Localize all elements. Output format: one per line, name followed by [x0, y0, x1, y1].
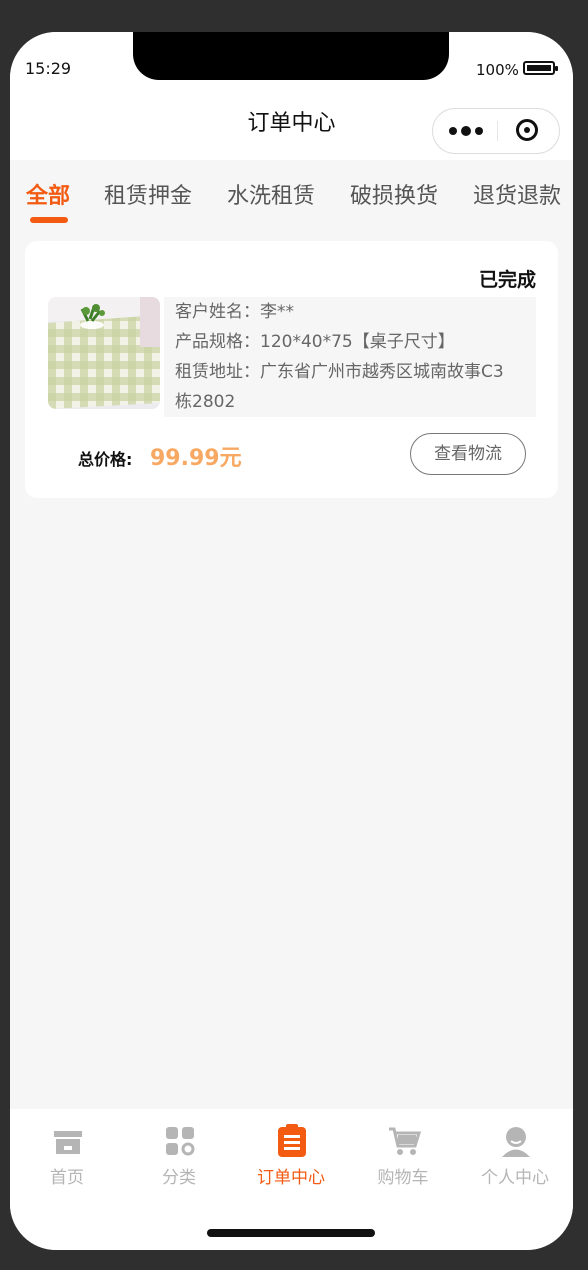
- order-info: 客户姓名：李** 产品规格：120*40*75【桌子尺寸】 租赁地址：广东省广州…: [164, 297, 536, 417]
- tab-wash-rental[interactable]: 水洗租赁: [227, 178, 315, 210]
- home-indicator: [207, 1229, 375, 1237]
- order-tabs: 全部 租赁押金 水洗租赁 破损换货 退货退款: [10, 160, 573, 230]
- status-bar: 15:29 100%: [10, 32, 573, 107]
- customer-name-label: 客户姓名：: [175, 302, 260, 322]
- user-icon: [502, 1127, 530, 1157]
- tabbar-label-cart: 购物车: [377, 1168, 429, 1188]
- rental-address-continued: 栋2802: [175, 392, 236, 412]
- total-price-value: 99.99元: [150, 446, 242, 471]
- active-tab-indicator: [30, 217, 68, 223]
- tab-all[interactable]: 全部: [26, 178, 70, 210]
- tabbar-item-cart[interactable]: 购物车: [347, 1124, 459, 1194]
- battery-percent: 100%: [476, 61, 519, 79]
- order-card[interactable]: 已完成 客户姓名：李** 产品规格：120*40*75【桌子尺寸】 租赁地址：广…: [25, 241, 558, 498]
- rental-address-label: 租赁地址：: [175, 362, 260, 382]
- product-spec-value: 120*40*75【桌子尺寸】: [260, 332, 455, 352]
- rental-address-row: 租赁地址：广东省广州市越秀区城南故事C3: [175, 357, 504, 387]
- tabbar-item-profile[interactable]: 个人中心: [459, 1124, 571, 1194]
- customer-name-value: 李**: [260, 302, 294, 322]
- capsule-divider: [497, 121, 498, 141]
- mini-program-capsule: [432, 108, 560, 154]
- tabbar-label-category: 分类: [162, 1168, 196, 1188]
- tab-damage-exchange[interactable]: 破损换货: [350, 178, 438, 210]
- device-frame: 15:29 100% 订单中心 全部 租赁押金 水洗租赁 破损换货 退货退款 已…: [0, 0, 588, 1270]
- total-price-label: 总价格:: [78, 450, 133, 469]
- device-notch: [133, 32, 449, 80]
- product-image[interactable]: [48, 297, 160, 409]
- clipboard-icon: [278, 1124, 306, 1157]
- rental-address-value: 广东省广州市越秀区城南故事C3: [260, 362, 504, 382]
- more-dots-icon[interactable]: [449, 125, 483, 137]
- tabbar-item-category[interactable]: 分类: [123, 1124, 235, 1194]
- view-logistics-button[interactable]: 查看物流: [410, 433, 526, 475]
- order-status: 已完成: [478, 269, 536, 291]
- tab-rental-deposit[interactable]: 租赁押金: [104, 178, 192, 210]
- tabbar-item-home[interactable]: 首页: [11, 1124, 123, 1194]
- navigation-bar: 订单中心: [10, 107, 573, 160]
- product-spec-label: 产品规格：: [175, 332, 260, 352]
- phone-screen: 15:29 100% 订单中心 全部 租赁押金 水洗租赁 破损换货 退货退款 已…: [10, 32, 573, 1250]
- tab-return-refund[interactable]: 退货退款: [473, 178, 561, 210]
- battery-icon: [523, 61, 558, 75]
- category-icon: [166, 1127, 195, 1156]
- tabbar-label-orders: 订单中心: [257, 1168, 325, 1188]
- customer-name-row: 客户姓名：李**: [175, 297, 294, 327]
- tabbar-label-home: 首页: [50, 1168, 84, 1188]
- tablecloth-image: [48, 297, 160, 409]
- status-time: 15:29: [25, 59, 72, 78]
- cart-icon: [389, 1127, 421, 1155]
- tabbar-label-profile: 个人中心: [481, 1168, 549, 1188]
- tabbar-item-orders[interactable]: 订单中心: [235, 1124, 347, 1194]
- target-icon[interactable]: [516, 119, 538, 141]
- product-spec-row: 产品规格：120*40*75【桌子尺寸】: [175, 327, 455, 357]
- shop-icon: [54, 1131, 82, 1154]
